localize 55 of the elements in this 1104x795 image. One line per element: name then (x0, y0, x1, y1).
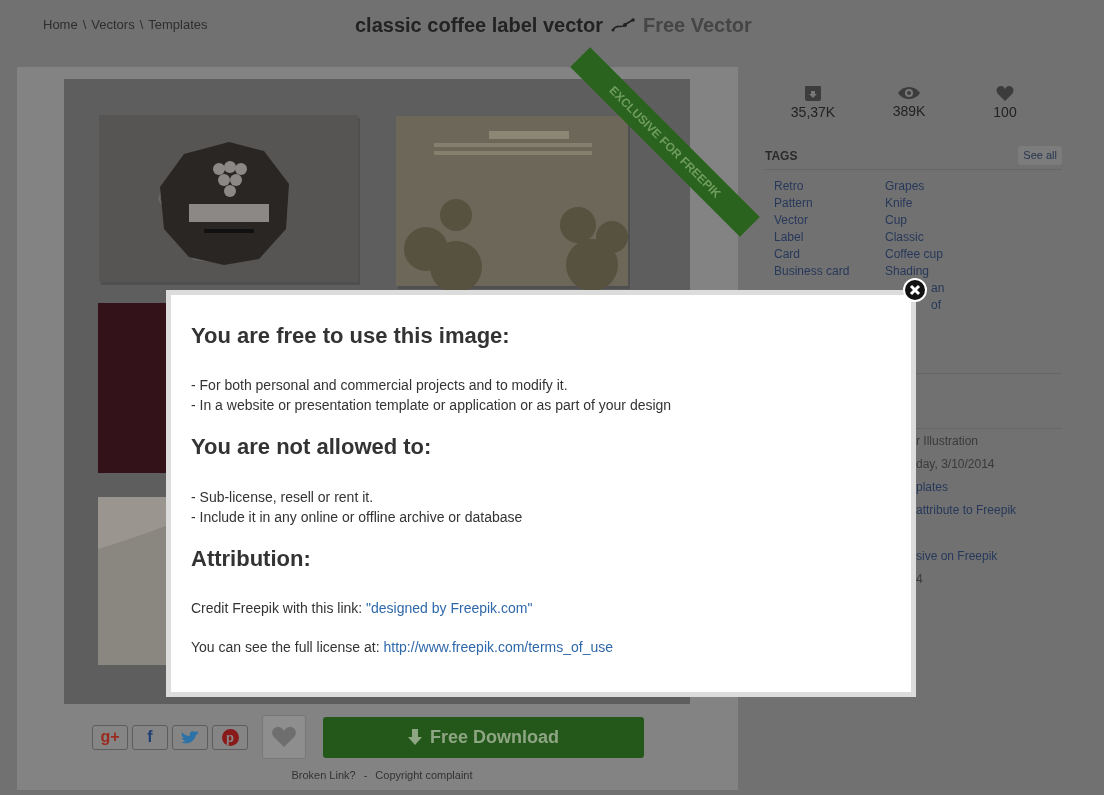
like-button[interactable] (262, 715, 306, 759)
tag-link[interactable]: Vector (774, 211, 885, 229)
breadcrumb-link[interactable]: Vectors (91, 15, 135, 35)
section-heading: You are not allowed to: (191, 434, 433, 461)
tag-link[interactable]: Classic (885, 228, 996, 246)
tag-link[interactable]: an (885, 279, 996, 297)
breadcrumb-separator: \ (82, 16, 87, 35)
license-text: Credit Freepik with this link: "designed by Freepik.com" (191, 599, 534, 619)
license-text: - In a website or presentation template or application or as part of your design (191, 396, 673, 416)
eye-icon (897, 85, 921, 101)
page-title: classic coffee label vector (355, 13, 603, 37)
license-text: - Sub-license, resell or rent it. (191, 487, 375, 507)
license-text: - For both personal and commercial projects and to modify it. (191, 376, 569, 396)
tags-heading: TAGS (765, 147, 798, 165)
bird-icon (180, 729, 200, 746)
heart-icon (271, 726, 297, 748)
detail-link[interactable]: attribute to Freepik (916, 498, 1062, 522)
tag-link[interactable]: Business card (774, 262, 885, 280)
close-icon[interactable] (903, 278, 927, 302)
stat-count: 100 (993, 103, 1017, 122)
pinterest-button[interactable]: p (212, 724, 248, 750)
twitter-button[interactable] (172, 724, 208, 750)
breadcrumb-link[interactable]: Home (43, 15, 78, 35)
footer-link[interactable]: Broken Link? (291, 767, 356, 784)
stat-count: 35,37K (790, 103, 836, 122)
license-text: - Include it in any online or offline archive or database (191, 507, 524, 527)
tag-link[interactable]: Label (774, 228, 885, 246)
vector-pen-icon (610, 17, 635, 33)
detail-link[interactable]: sive on Freepik (916, 544, 1062, 568)
download-arrow-icon (408, 729, 422, 745)
license-link[interactable]: "designed by Freepik.com" (366, 600, 533, 617)
tag-link[interactable]: Coffee cup (885, 245, 996, 263)
tag-link[interactable]: Pattern (774, 194, 885, 212)
tag-link[interactable]: Cup (885, 211, 996, 229)
license-link[interactable]: http://www.freepik.com/terms_of_use (383, 639, 614, 656)
tag-link[interactable]: Card (774, 245, 885, 263)
tag-link[interactable]: Knife (885, 194, 996, 212)
link-separator: - (363, 768, 368, 783)
download-button[interactable]: Free Download (323, 716, 644, 758)
google-plus-button[interactable]: g+ (92, 724, 128, 750)
tag-link[interactable]: Grapes (885, 177, 996, 195)
footer-link[interactable]: Copyright complaint (375, 767, 473, 784)
license-text: You can see the full license at: http://www.freepik.com/terms_of_use (191, 638, 615, 658)
breadcrumb-link[interactable]: Templates (148, 15, 208, 35)
heart-icon (996, 85, 1014, 102)
tag-link[interactable]: Shading (885, 262, 996, 280)
breadcrumb-separator: \ (139, 16, 144, 35)
facebook-button[interactable]: f (132, 724, 168, 750)
tag-link[interactable]: Retro (774, 177, 885, 195)
stat-count: 389K (892, 102, 926, 121)
download-box-icon (804, 85, 822, 102)
section-heading: You are free to use this image: (191, 323, 511, 350)
see-all-button[interactable]: See all (1018, 146, 1062, 165)
section-heading: Attribution: (191, 545, 312, 573)
detail-link[interactable]: plates (916, 475, 1062, 499)
